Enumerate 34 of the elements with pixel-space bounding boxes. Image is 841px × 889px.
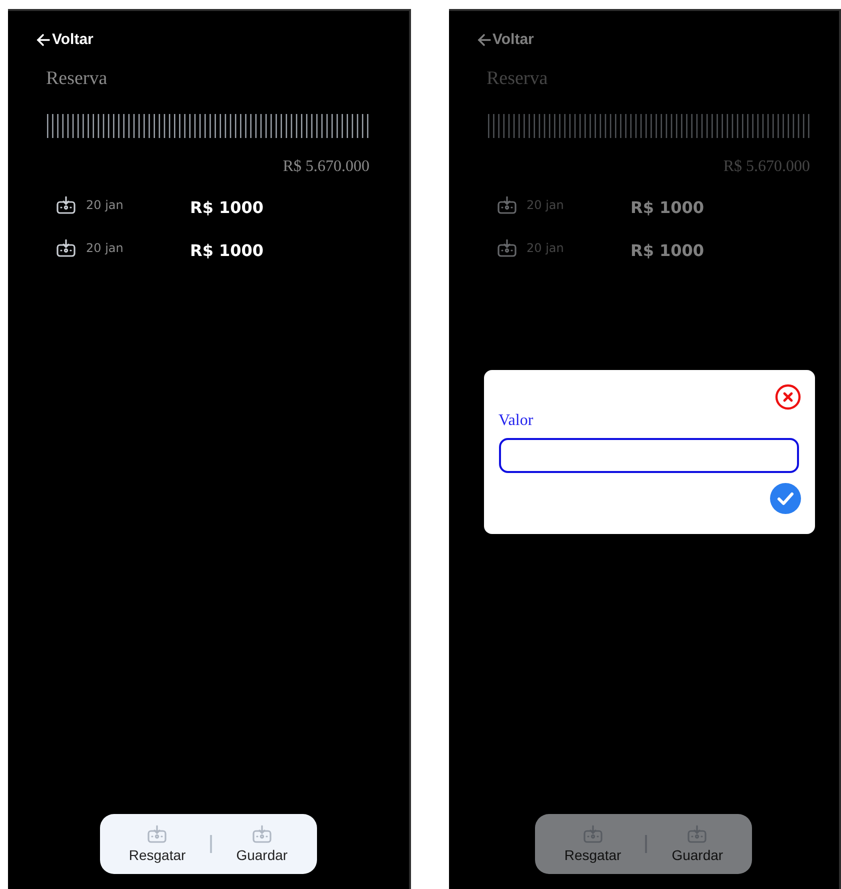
transaction-amount: R$ 1000 [630, 241, 704, 260]
value-input[interactable] [498, 438, 798, 473]
page-title: Reserva [486, 68, 548, 90]
close-button[interactable] [774, 384, 800, 410]
transaction-amount: R$ 1000 [630, 198, 704, 217]
transaction-date: 20 jan [86, 198, 124, 212]
total-amount: R$ 5.670.000 [282, 158, 370, 176]
value-label: Valor [498, 412, 534, 430]
box-download-icon [496, 196, 516, 214]
action-button[interactable]: Guardar [666, 821, 730, 867]
box-download-icon [147, 825, 168, 843]
box-download-icon [582, 825, 603, 843]
transaction-amount: R$ 1000 [190, 241, 264, 260]
total-amount: R$ 5.670.000 [723, 158, 810, 176]
box-download-icon [496, 239, 516, 257]
transaction-amount: R$ 1000 [190, 198, 264, 217]
action-button[interactable]: Guardar [230, 821, 294, 867]
action-button[interactable]: Resgatar [122, 821, 192, 867]
back-link[interactable]: Voltar [36, 31, 94, 48]
back-arrow-icon [36, 32, 50, 46]
back-link[interactable]: Voltar [476, 31, 534, 48]
box-download-icon [687, 825, 708, 843]
page-title: Reserva [46, 68, 108, 90]
box-download-icon [56, 239, 76, 257]
box-download-icon [56, 196, 76, 214]
close-icon [774, 384, 800, 410]
transaction-date: 20 jan [526, 198, 565, 212]
check-icon [770, 483, 800, 514]
confirm-button[interactable] [770, 483, 800, 514]
transaction-date: 20 jan [86, 241, 124, 255]
back-arrow-icon [476, 32, 490, 46]
transaction-date: 20 jan [526, 241, 565, 255]
action-button[interactable]: Resgatar [558, 821, 628, 867]
box-download-icon [252, 825, 272, 843]
